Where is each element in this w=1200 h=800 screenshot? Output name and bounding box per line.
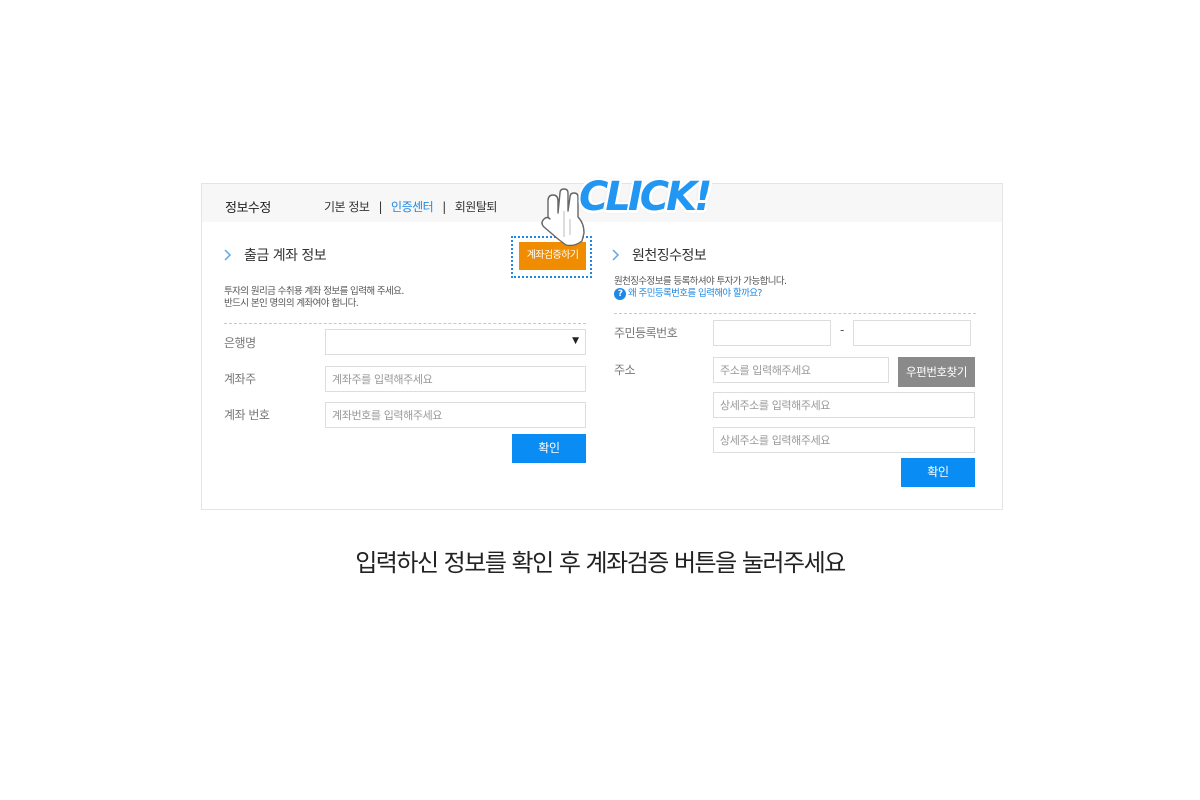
detail-address-input-2[interactable] xyxy=(713,427,975,453)
chevron-right-icon xyxy=(612,249,620,261)
rrn-front-input[interactable] xyxy=(713,320,831,346)
rrn-back-input[interactable] xyxy=(853,320,971,346)
help-link-text[interactable]: 왜 주민등록번호를 입력해야 할까요? xyxy=(628,288,762,300)
account-number-label: 계좌 번호 xyxy=(224,408,270,422)
bank-label: 은행명 xyxy=(224,336,256,350)
desc-line: 반드시 본인 명의의 계좌여야 합니다. xyxy=(224,298,359,309)
rrn-dash: - xyxy=(840,323,844,337)
tab-separator: | xyxy=(378,199,383,214)
detail-address-input-1[interactable] xyxy=(713,392,975,418)
chevron-right-icon xyxy=(224,249,232,261)
withdraw-account-description: 투자의 원리금 수취용 계좌 정보를 입력해 주세요. 반드시 본인 명의의 계… xyxy=(224,286,404,310)
desc-line: 투자의 원리금 수취용 계좌 정보를 입력해 주세요. xyxy=(224,286,404,297)
rrn-label: 주민등록번호 xyxy=(614,326,678,340)
help-link[interactable]: ? 왜 주민등록번호를 입력해야 할까요? xyxy=(614,288,786,300)
divider xyxy=(224,323,586,324)
tab-bar: 기본 정보 | 인증센터 | 회원탈퇴 xyxy=(324,198,497,215)
instruction-caption: 입력하신 정보를 확인 후 계좌검증 버튼을 눌러주세요 xyxy=(355,549,846,577)
withholding-section-title: 원천징수정보 xyxy=(610,245,707,265)
section-title-text: 원천징수정보 xyxy=(632,248,707,264)
zip-search-button[interactable]: 우편번호찾기 xyxy=(898,357,975,387)
section-title-text: 출금 계좌 정보 xyxy=(244,248,327,264)
click-annotation: CLICK! xyxy=(579,174,712,220)
dropdown-arrow-icon: ▼ xyxy=(572,336,579,346)
bank-select[interactable]: ▼ xyxy=(325,329,586,355)
tab-separator: | xyxy=(442,199,446,214)
account-info-panel: 정보수정 기본 정보 | 인증센터 | 회원탈퇴 xyxy=(201,183,1003,510)
divider xyxy=(614,313,976,314)
address-label: 주소 xyxy=(614,363,636,377)
question-icon: ? xyxy=(614,288,626,300)
right-confirm-button[interactable]: 확인 xyxy=(901,458,975,487)
account-number-input[interactable] xyxy=(325,402,586,428)
address-input[interactable] xyxy=(713,357,889,383)
tab-withdrawal[interactable]: 회원탈퇴 xyxy=(455,198,498,215)
tab-basic-info[interactable]: 기본 정보 xyxy=(324,198,370,215)
tab-auth-center[interactable]: 인증센터 xyxy=(391,198,434,215)
page-title: 정보수정 xyxy=(225,201,271,216)
withdraw-account-section-title: 출금 계좌 정보 xyxy=(222,245,327,265)
desc-line: 원천징수정보를 등록하셔야 투자가 가능합니다. xyxy=(614,276,787,287)
holder-label: 계좌주 xyxy=(224,372,256,386)
account-holder-input[interactable] xyxy=(325,366,586,392)
withholding-description: 원천징수정보를 등록하셔야 투자가 가능합니다. ? 왜 주민등록번호를 입력해… xyxy=(614,276,787,300)
left-confirm-button[interactable]: 확인 xyxy=(512,434,586,463)
